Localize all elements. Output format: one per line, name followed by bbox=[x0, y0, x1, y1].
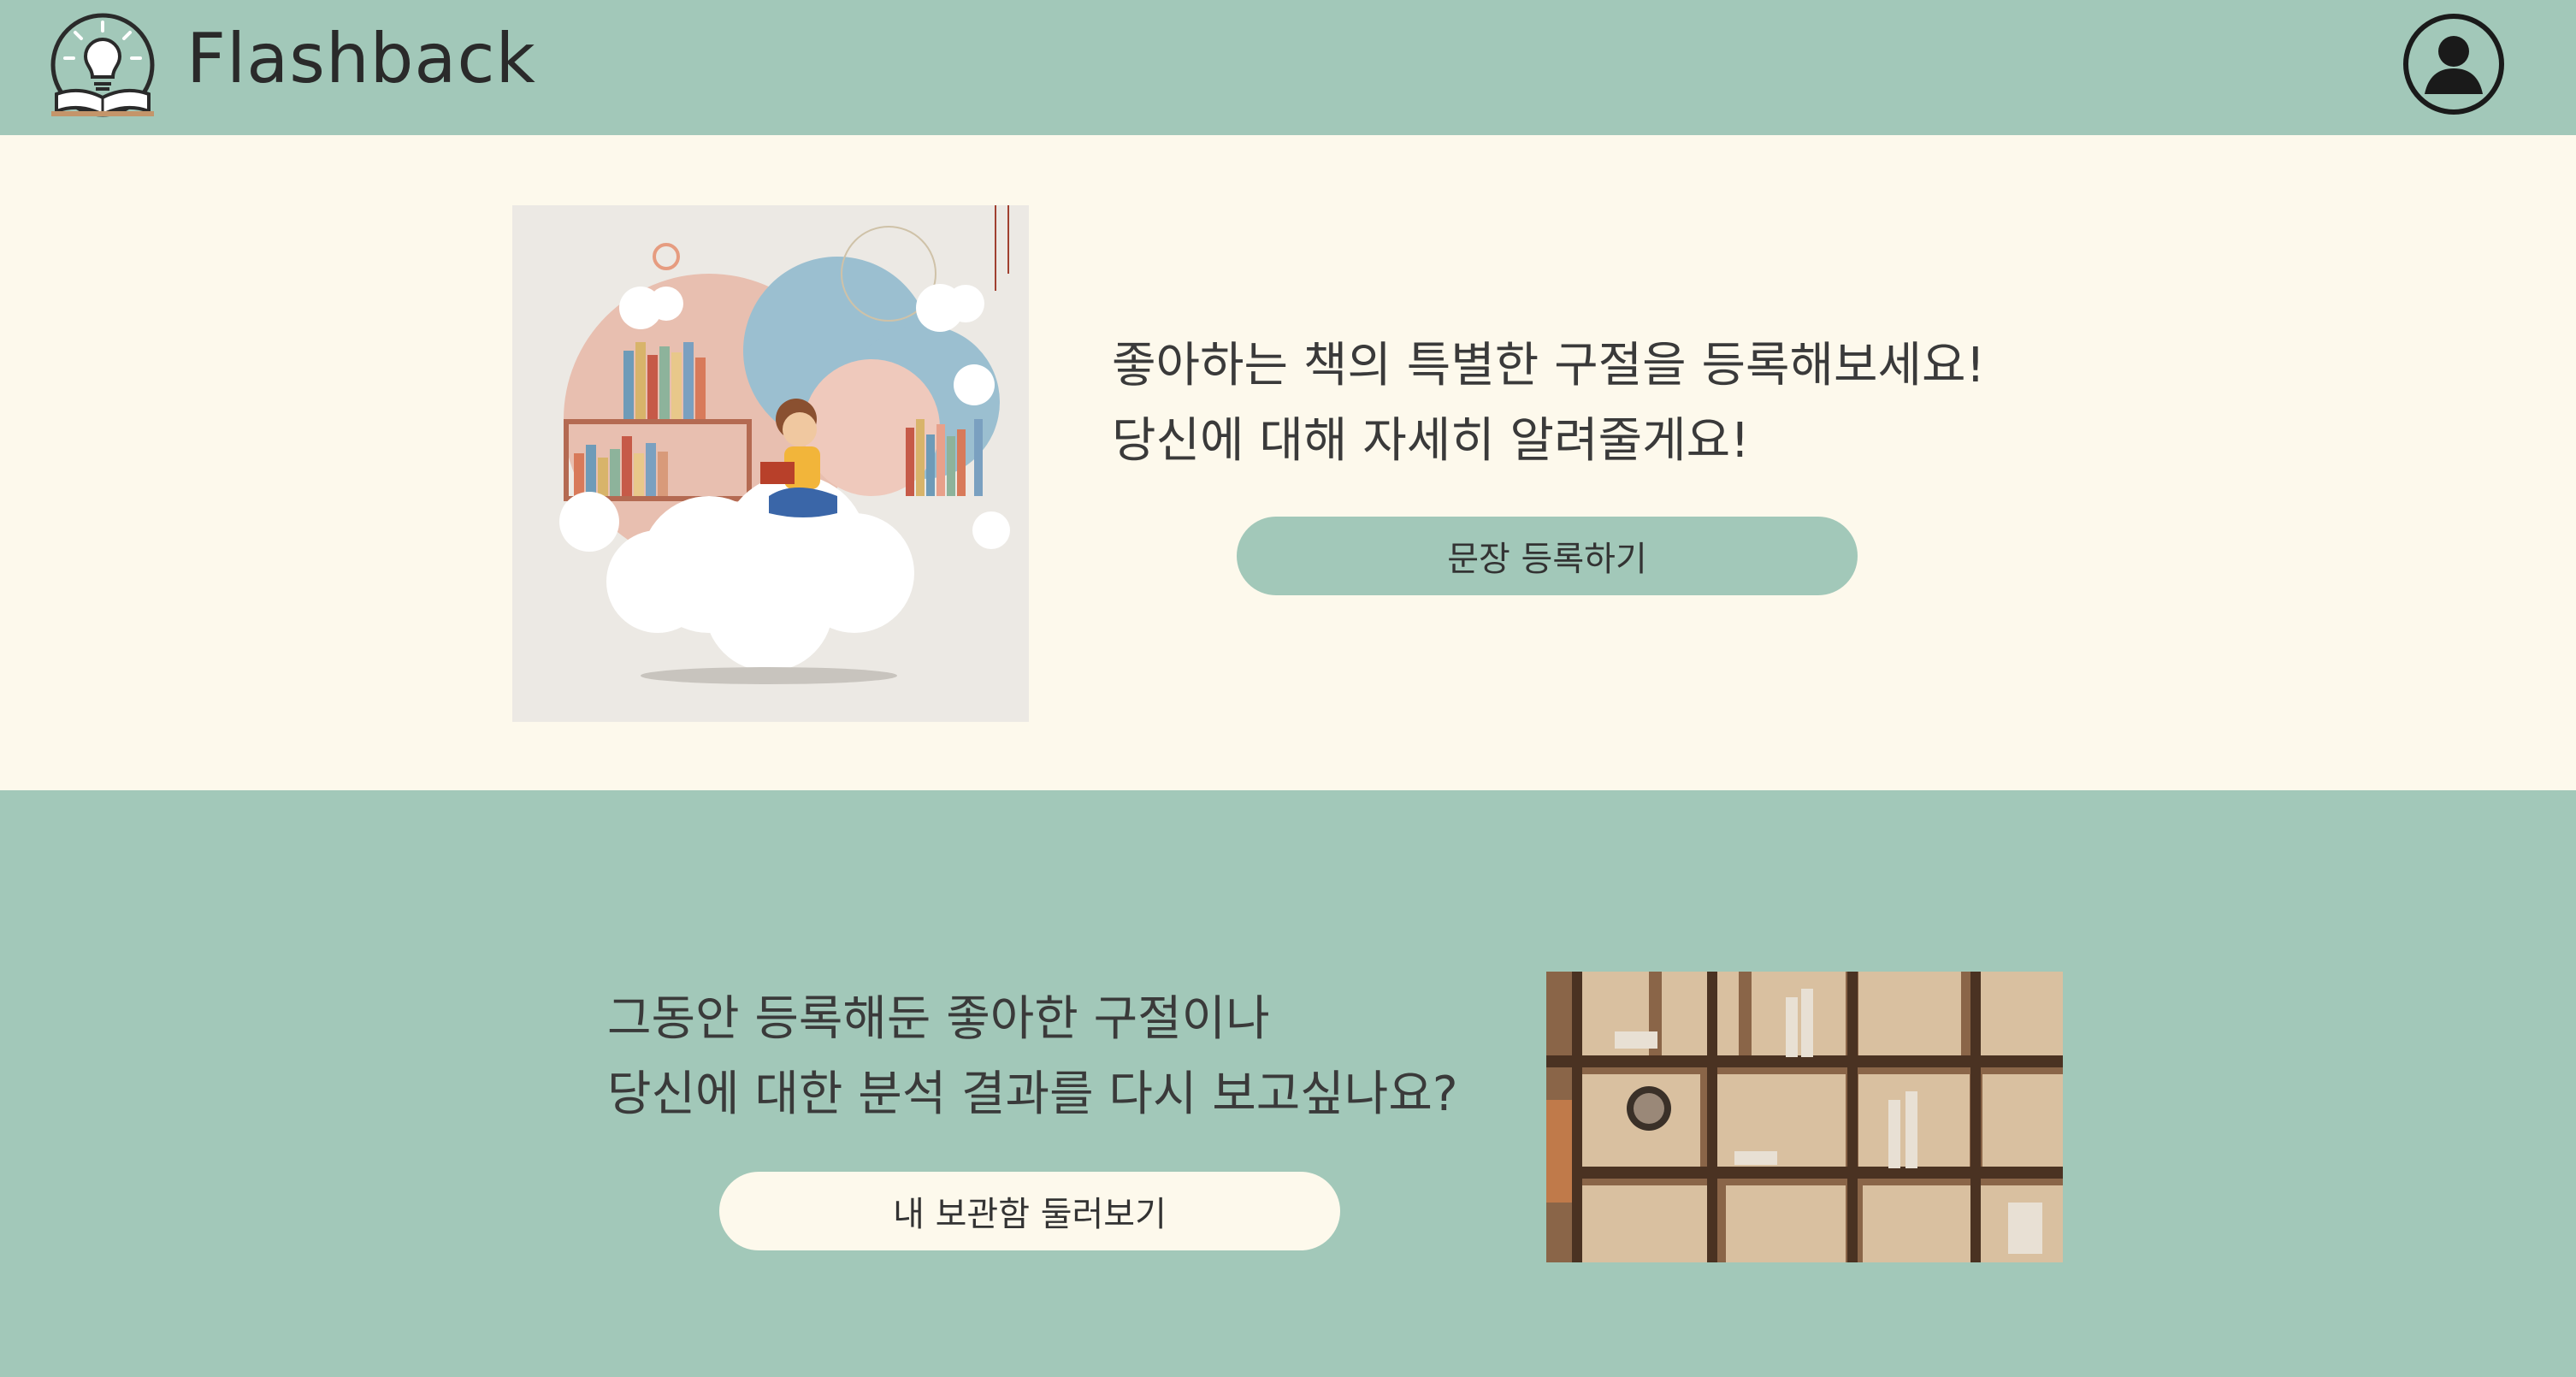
register-prompt-line1: 좋아하는 책의 특별한 구절을 등록해보세요! bbox=[1112, 338, 1986, 393]
archive-prompt: 그동안 등록해둔 좋아한 구절이나 당신에 대한 분석 결과를 다시 보고싶나요… bbox=[607, 982, 1458, 1132]
register-prompt-line2: 당신에 대해 자세히 알려줄게요! bbox=[1112, 413, 1750, 469]
register-sentence-button[interactable]: 문장 등록하기 bbox=[1237, 517, 1858, 595]
cloud-reading-illustration bbox=[512, 205, 1029, 722]
archive-prompt-line2: 당신에 대한 분석 결과를 다시 보고싶나요? bbox=[607, 1067, 1458, 1122]
bookshelf-photo bbox=[1546, 972, 2063, 1262]
browse-archive-button[interactable]: 내 보관함 둘러보기 bbox=[719, 1172, 1340, 1250]
lightbulb-book-logo-icon[interactable] bbox=[43, 12, 162, 121]
register-prompt: 좋아하는 책의 특별한 구절을 등록해보세요! 당신에 대해 자세히 알려줄게요… bbox=[1112, 328, 1985, 479]
user-profile-icon[interactable] bbox=[2402, 12, 2506, 116]
archive-prompt-line1: 그동안 등록해둔 좋아한 구절이나 bbox=[607, 991, 1270, 1047]
brand-name: Flashback bbox=[186, 19, 536, 98]
top-header: Flashback bbox=[0, 0, 2576, 135]
